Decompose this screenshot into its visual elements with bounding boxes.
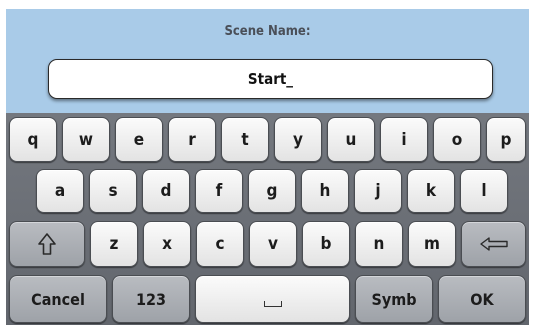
key-o[interactable]: o (433, 117, 481, 162)
scene-name-dialog: Scene Name: Start_ q w e r t y u i o p a… (6, 9, 529, 325)
backspace-key[interactable] (461, 221, 526, 267)
key-h[interactable]: h (301, 169, 349, 213)
header-panel: Scene Name: Start_ (6, 9, 529, 113)
symbols-key[interactable]: Symb (355, 275, 433, 323)
scene-name-field[interactable]: Start_ (48, 59, 493, 99)
key-z[interactable]: z (90, 221, 138, 267)
key-s[interactable]: s (89, 169, 137, 213)
key-f[interactable]: f (195, 169, 243, 213)
key-w[interactable]: w (62, 117, 110, 162)
backspace-icon (479, 237, 508, 251)
key-e[interactable]: e (115, 117, 163, 162)
key-y[interactable]: y (274, 117, 322, 162)
space-key[interactable] (195, 275, 350, 323)
key-u[interactable]: u (327, 117, 375, 162)
key-j[interactable]: j (354, 169, 402, 213)
space-icon (263, 301, 282, 307)
key-g[interactable]: g (248, 169, 296, 213)
key-q[interactable]: q (9, 117, 57, 162)
dialog-title: Scene Name: (224, 24, 311, 39)
key-d[interactable]: d (142, 169, 190, 213)
key-k[interactable]: k (407, 169, 455, 213)
key-x[interactable]: x (143, 221, 191, 267)
ok-button[interactable]: OK (438, 275, 526, 323)
key-p[interactable]: p (486, 117, 526, 162)
key-a[interactable]: a (36, 169, 84, 213)
key-b[interactable]: b (302, 221, 350, 267)
on-screen-keyboard: q w e r t y u i o p a s d f g h j k l z … (6, 113, 529, 325)
shift-key[interactable] (9, 221, 85, 267)
numbers-key[interactable]: 123 (112, 275, 190, 323)
key-v[interactable]: v (249, 221, 297, 267)
key-c[interactable]: c (196, 221, 244, 267)
key-i[interactable]: i (380, 117, 428, 162)
key-n[interactable]: n (355, 221, 403, 267)
key-m[interactable]: m (408, 221, 456, 267)
key-l[interactable]: l (460, 169, 508, 213)
key-t[interactable]: t (221, 117, 269, 162)
cancel-button[interactable]: Cancel (9, 275, 107, 323)
shift-icon (38, 233, 56, 255)
key-r[interactable]: r (168, 117, 216, 162)
